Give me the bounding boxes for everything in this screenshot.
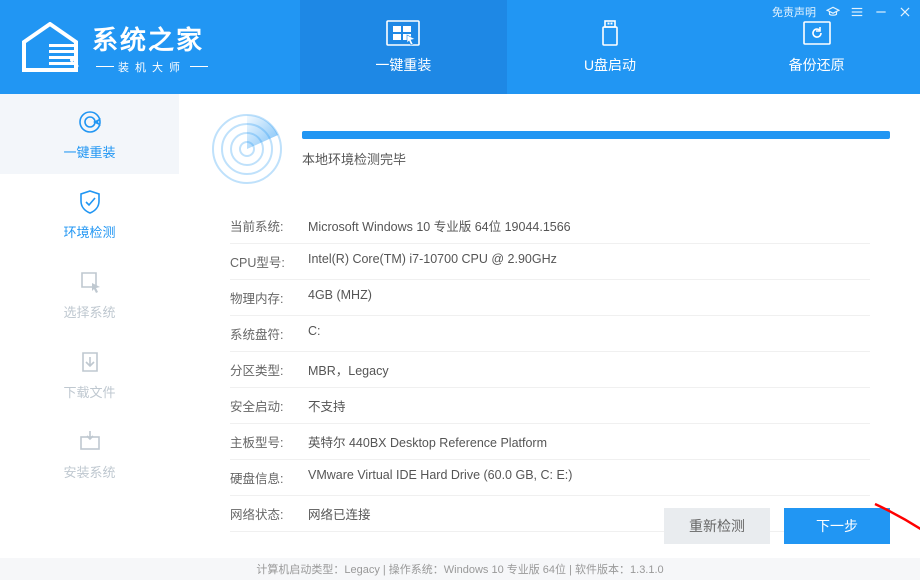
install-icon	[76, 428, 104, 456]
info-value: MBR，Legacy	[308, 360, 870, 379]
logo-text: 系统之家 装机大师	[92, 20, 212, 75]
info-row-os: 当前系统:Microsoft Windows 10 专业版 64位 19044.…	[230, 208, 870, 244]
info-row-motherboard: 主板型号:英特尔 440BX Desktop Reference Platfor…	[230, 424, 870, 460]
nav-label: U盘启动	[584, 55, 636, 75]
download-icon	[76, 348, 104, 376]
info-label: 主板型号:	[230, 432, 308, 451]
info-row-sysdrive: 系统盘符:C:	[230, 316, 870, 352]
sidebar-item-label: 选择系统	[63, 302, 115, 321]
progress-wrap: 本地环境检测完毕	[302, 131, 890, 168]
nav-label: 一键重装	[375, 55, 431, 75]
nav-usb-boot[interactable]: U盘启动	[507, 0, 714, 94]
sidebar-item-select-system[interactable]: 选择系统	[0, 254, 179, 334]
info-value: 英特尔 440BX Desktop Reference Platform	[308, 432, 870, 451]
button-row: 重新检测 下一步	[664, 508, 890, 544]
logo-icon	[20, 22, 80, 72]
logo-block: 系统之家 装机大师	[0, 0, 300, 94]
select-icon	[76, 268, 104, 296]
info-value: 不支持	[308, 396, 870, 415]
recheck-button[interactable]: 重新检测	[664, 508, 770, 544]
sidebar: 一键重装 环境检测 选择系统	[0, 94, 180, 558]
sidebar-item-download[interactable]: 下载文件	[0, 334, 179, 414]
info-row-partition: 分区类型:MBR，Legacy	[230, 352, 870, 388]
info-label: 系统盘符:	[230, 324, 308, 343]
info-label: 分区类型:	[230, 360, 308, 379]
sidebar-item-label: 一键重装	[63, 142, 115, 161]
info-label: 硬盘信息:	[230, 468, 308, 487]
info-row-disk: 硬盘信息:VMware Virtual IDE Hard Drive (60.0…	[230, 460, 870, 496]
body: 一键重装 环境检测 选择系统	[0, 94, 920, 558]
disclaimer-link[interactable]: 免责声明	[772, 4, 816, 20]
info-label: CPU型号:	[230, 252, 308, 271]
topbar: 免责声明	[772, 4, 912, 20]
sidebar-item-label: 安装系统	[63, 462, 115, 481]
backup-icon	[799, 19, 835, 49]
info-label: 网络状态:	[230, 504, 308, 523]
next-button[interactable]: 下一步	[784, 508, 890, 544]
info-value: C:	[308, 324, 870, 343]
progress-fill	[302, 131, 890, 139]
footer-statusbar: 计算机启动类型：Legacy | 操作系统：Windows 10 专业版 64位…	[0, 558, 920, 580]
info-value: Microsoft Windows 10 专业版 64位 19044.1566	[308, 216, 870, 235]
info-value: VMware Virtual IDE Hard Drive (60.0 GB, …	[308, 468, 870, 487]
nav-label: 备份还原	[789, 55, 845, 75]
info-label: 当前系统:	[230, 216, 308, 235]
info-label: 物理内存:	[230, 288, 308, 307]
header: 免责声明	[0, 0, 920, 94]
sidebar-item-reinstall[interactable]: 一键重装	[0, 94, 179, 174]
minimize-icon[interactable]	[874, 5, 888, 19]
info-label: 安全启动:	[230, 396, 308, 415]
graduation-icon[interactable]	[826, 5, 840, 19]
footer-text: 计算机启动类型：Legacy | 操作系统：Windows 10 专业版 64位…	[256, 561, 663, 577]
main-panel: 本地环境检测完毕 当前系统:Microsoft Windows 10 专业版 6…	[180, 94, 920, 558]
sidebar-item-env-check[interactable]: 环境检测	[0, 174, 179, 254]
sidebar-item-label: 下载文件	[63, 382, 115, 401]
nav-reinstall[interactable]: 一键重装	[300, 0, 507, 94]
info-row-cpu: CPU型号:Intel(R) Core(TM) i7-10700 CPU @ 2…	[230, 244, 870, 280]
target-icon	[76, 108, 104, 136]
progress-row: 本地环境检测完毕	[210, 112, 890, 186]
progress-label: 本地环境检测完毕	[302, 149, 890, 168]
sidebar-item-install[interactable]: 安装系统	[0, 414, 179, 494]
usb-icon	[592, 19, 628, 49]
info-row-memory: 物理内存:4GB (MHZ)	[230, 280, 870, 316]
info-table: 当前系统:Microsoft Windows 10 专业版 64位 19044.…	[230, 208, 870, 532]
menu-icon[interactable]	[850, 5, 864, 19]
info-value: Intel(R) Core(TM) i7-10700 CPU @ 2.90GHz	[308, 252, 870, 271]
close-icon[interactable]	[898, 5, 912, 19]
info-row-secureboot: 安全启动:不支持	[230, 388, 870, 424]
windows-cursor-icon	[385, 19, 421, 49]
sidebar-item-label: 环境检测	[63, 222, 115, 241]
radar-icon	[210, 112, 284, 186]
logo-subtitle: 装机大师	[92, 59, 212, 75]
logo-title: 系统之家	[92, 20, 212, 57]
info-value: 4GB (MHZ)	[308, 288, 870, 307]
progress-bar	[302, 131, 890, 139]
shield-check-icon	[76, 188, 104, 216]
app-window: 免责声明	[0, 0, 920, 580]
